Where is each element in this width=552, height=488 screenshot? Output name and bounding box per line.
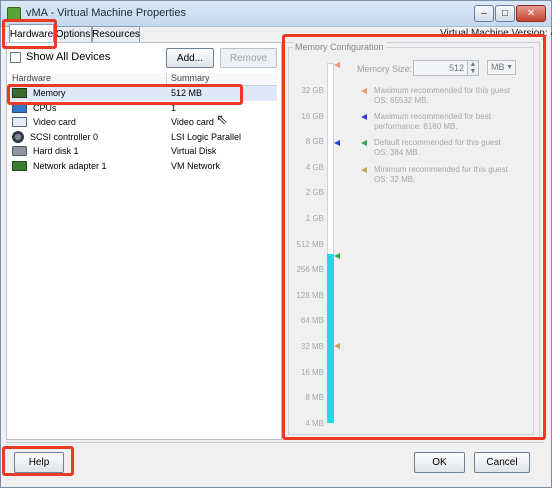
row-summary: Video card (171, 117, 214, 128)
vm-version-label: Virtual Machine Version: 4 (440, 28, 552, 39)
mouse-pointer-icon: ⇖ (216, 111, 228, 127)
legend-min-recommended: Minimum recommended for this guest OS: 3… (361, 165, 514, 185)
tab-resources[interactable]: Resources (92, 26, 140, 42)
memory-scale-label: 32 GB (301, 86, 324, 95)
memory-configuration-title: Memory Configuration (293, 42, 386, 52)
legend-text: Default recommended for this guest OS: 3… (374, 138, 501, 157)
table-row-memory[interactable]: Memory 512 MB (9, 86, 277, 101)
row-name: Video card (33, 117, 76, 128)
remove-button[interactable]: Remove (220, 48, 277, 68)
network-adapter-icon (12, 160, 27, 171)
row-name: CPUs (33, 102, 57, 113)
table-row-hard-disk[interactable]: Hard disk 1 Virtual Disk (9, 144, 277, 159)
legend-marker-icon (361, 88, 367, 94)
memory-size-label: Memory Size: (357, 64, 413, 74)
table-row-network-adapter[interactable]: Network adapter 1 VM Network (9, 159, 277, 174)
max-guest-os-marker-icon (334, 62, 340, 68)
add-button[interactable]: Add... (166, 48, 214, 68)
legend-marker-icon (361, 167, 367, 173)
row-summary: 512 MB (171, 88, 203, 99)
column-header-hardware[interactable]: Hardware (9, 73, 167, 85)
ok-button[interactable]: OK (414, 452, 465, 473)
legend-default-recommended: Default recommended for this guest OS: 3… (361, 138, 514, 158)
memory-scale-label: 8 GB (305, 137, 324, 147)
cpu-icon (12, 102, 27, 113)
legend-text: Maximum recommended for this guest OS: 6… (374, 86, 511, 105)
memory-scale-label: 16 GB (301, 111, 324, 121)
close-icon[interactable]: ✕ (516, 5, 546, 22)
show-all-devices-checkbox[interactable] (10, 51, 21, 63)
legend-marker-icon (361, 114, 367, 120)
memory-scale-label: 8 MB (305, 393, 324, 403)
help-button[interactable]: Help (14, 452, 64, 473)
table-row-scsi-controller[interactable]: SCSI controller 0 LSI Logic Parallel (9, 130, 277, 145)
memory-unit-value: MB (491, 62, 505, 72)
memory-scale-label: 4 MB (305, 418, 324, 428)
legend-text: Maximum recommended for best performance… (374, 112, 491, 131)
footer-divider (6, 442, 544, 443)
memory-level-bar (327, 254, 334, 423)
legend-marker-icon (361, 140, 367, 146)
row-name: Hard disk 1 (33, 146, 79, 157)
window-title: vMA - Virtual Machine Properties (26, 7, 186, 19)
memory-unit-select[interactable]: MB ▼ (487, 60, 516, 75)
title-bar[interactable]: vMA - Virtual Machine Properties – □ ✕ (1, 1, 551, 27)
memory-scale-label: 512 MB (296, 239, 324, 249)
tab-options[interactable]: Options (54, 26, 92, 42)
memory-scale-label: 128 MB (296, 290, 324, 300)
memory-scale-label: 64 MB (300, 316, 324, 326)
min-recommended-marker-icon (334, 343, 340, 349)
hard-disk-icon (12, 146, 27, 157)
row-name: Network adapter 1 (33, 160, 107, 171)
memory-scale-label: 2 GB (305, 188, 324, 198)
memory-scale-label: 1 GB (305, 214, 324, 223)
vm-app-icon (7, 7, 21, 21)
memory-scale-label: 256 MB (296, 265, 324, 275)
row-summary: 1 (171, 102, 177, 113)
default-recommended-marker-icon (334, 253, 340, 259)
maximize-icon[interactable]: □ (495, 5, 515, 22)
table-row-video-card[interactable]: Video card Video card (9, 115, 277, 130)
hardware-table: Hardware Summary Memory 512 MB CPUs 1 Vi… (9, 73, 277, 173)
row-summary: VM Network (171, 160, 221, 171)
memory-size-input[interactable]: 512 (413, 60, 468, 76)
cancel-button[interactable]: Cancel (474, 452, 530, 473)
video-card-icon (12, 117, 27, 128)
memory-scale-label: 32 MB (300, 342, 324, 351)
memory-scale-label: 16 MB (300, 367, 324, 377)
row-summary: Virtual Disk (171, 146, 217, 157)
row-name: Memory (33, 88, 66, 99)
table-row-cpus[interactable]: CPUs 1 (9, 101, 277, 116)
legend-max-guest-os: Maximum recommended for this guest OS: 6… (361, 86, 514, 106)
legend-max-performance: Maximum recommended for best performance… (361, 112, 514, 132)
max-performance-marker-icon (334, 140, 340, 146)
row-name: SCSI controller 0 (30, 131, 99, 142)
show-all-devices[interactable]: Show All Devices (10, 51, 110, 63)
column-header-summary[interactable]: Summary (167, 73, 210, 85)
row-summary: LSI Logic Parallel (171, 131, 242, 142)
chevron-down-icon: ▼ (506, 64, 513, 71)
table-header: Hardware Summary (9, 73, 277, 86)
show-all-devices-label: Show All Devices (26, 51, 111, 63)
tab-hardware[interactable]: Hardware (9, 24, 54, 43)
minimize-icon[interactable]: – (474, 5, 494, 22)
scsi-controller-icon (12, 130, 24, 143)
memory-size-spinner[interactable]: ▲ ▼ (467, 60, 479, 76)
memory-scale-label: 4 GB (305, 162, 324, 172)
memory-icon (12, 88, 27, 99)
legend-text: Minimum recommended for this guest OS: 3… (374, 165, 508, 184)
